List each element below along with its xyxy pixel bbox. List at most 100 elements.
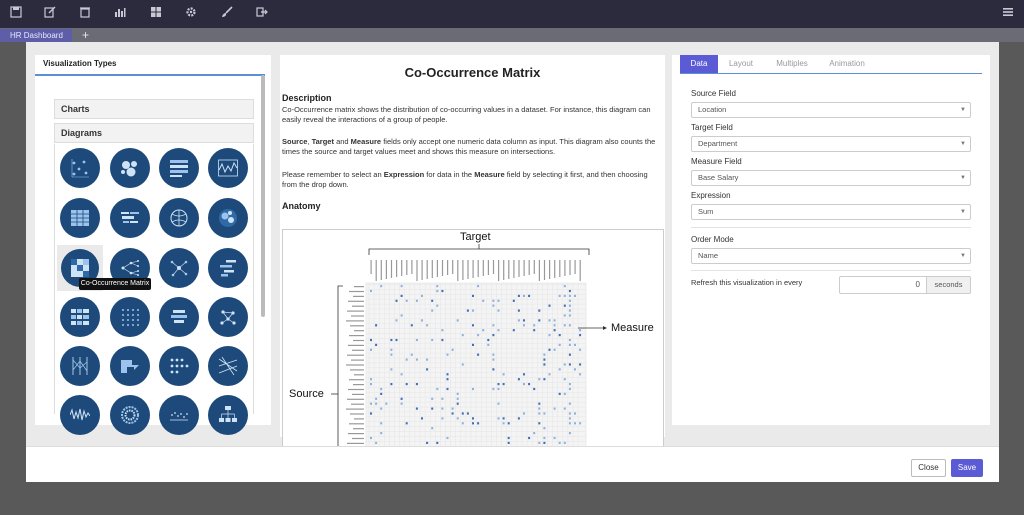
- matrix-cell: [477, 334, 480, 337]
- description-panel: Co-Occurrence Matrix Description Co-Occu…: [280, 55, 665, 447]
- dot-plot-type[interactable]: [159, 346, 199, 386]
- matrix-cell: [426, 324, 429, 327]
- matrix-cell: [441, 338, 444, 342]
- matrix-cell: [400, 402, 403, 405]
- stacked-bars-type[interactable]: [159, 297, 199, 337]
- line-wave-type[interactable]: [208, 148, 248, 188]
- column-label-mark: [482, 260, 484, 276]
- matrix-cell: [492, 353, 495, 356]
- matrix-cell: [517, 417, 520, 420]
- parallel-coordinates-type[interactable]: [60, 346, 100, 386]
- matrix-cell: [390, 353, 393, 356]
- wave-area-type[interactable]: [60, 395, 100, 435]
- matrix-cell: [523, 324, 525, 327]
- tab-multiples[interactable]: Multiples: [770, 55, 814, 73]
- matrix-cell: [548, 348, 551, 351]
- graph-network-type[interactable]: [208, 297, 248, 337]
- matrix-cell: [395, 299, 398, 302]
- matrix-cell: [461, 422, 464, 425]
- bubble-icon: [121, 161, 137, 177]
- measure-field-select[interactable]: Base Salary ▼: [691, 170, 971, 186]
- crossing-lines-type[interactable]: [208, 346, 248, 386]
- matrix-cell: [472, 343, 474, 346]
- menu-icon[interactable]: [1000, 6, 1016, 22]
- trash-icon[interactable]: [77, 6, 93, 22]
- matrix-cell: [563, 392, 566, 395]
- tab-layout[interactable]: Layout: [722, 55, 760, 73]
- grid-icon[interactable]: [148, 6, 164, 22]
- column-label-mark: [487, 260, 489, 275]
- refresh-interval-input[interactable]: 0: [839, 276, 927, 294]
- force-network-type[interactable]: [159, 248, 199, 288]
- modal-footer: Close Save: [26, 446, 999, 482]
- add-tab-button[interactable]: +: [82, 28, 89, 42]
- column-label-mark: [574, 260, 576, 274]
- tab-animation[interactable]: Animation: [822, 55, 872, 73]
- matrix-cell: [558, 343, 561, 346]
- matrix-cell: [431, 309, 434, 312]
- column-label-mark: [416, 260, 418, 281]
- matrix-cell: [568, 422, 571, 425]
- matrix-cell: [472, 387, 474, 391]
- gear-icon[interactable]: [183, 6, 199, 22]
- hierarchy-type[interactable]: [208, 395, 248, 435]
- diagrams-accordion[interactable]: Diagrams: [54, 123, 254, 143]
- matrix-cell: [568, 294, 571, 297]
- scatter-network-type[interactable]: [60, 148, 100, 188]
- matrix-cell: [436, 289, 439, 293]
- column-label-mark: [406, 260, 408, 275]
- target-field-select[interactable]: Department ▼: [691, 136, 971, 152]
- edit-icon[interactable]: [42, 6, 58, 22]
- expression-select[interactable]: Sum ▼: [691, 204, 971, 220]
- matrix-cell: [431, 407, 434, 410]
- save-icon[interactable]: [8, 6, 24, 22]
- scatter-axis-type[interactable]: [159, 395, 199, 435]
- matrix-cell: [375, 397, 378, 400]
- close-button[interactable]: Close: [911, 459, 946, 477]
- matrix-cell: [436, 387, 439, 391]
- ball-type[interactable]: [159, 198, 199, 238]
- matrix-cell: [482, 299, 485, 302]
- matrix-cell: [502, 373, 505, 376]
- charts-accordion[interactable]: Charts: [54, 99, 254, 119]
- save-button[interactable]: Save: [951, 459, 983, 477]
- source-field-select[interactable]: Location ▼: [691, 102, 971, 118]
- matrix-cell: [415, 338, 418, 342]
- radial-type[interactable]: [110, 395, 150, 435]
- matrix-cell: [426, 441, 429, 444]
- brush-icon[interactable]: [219, 6, 235, 22]
- tab-data[interactable]: Data: [680, 55, 718, 73]
- matrix-cell: [456, 319, 459, 322]
- table-grid-icon: [71, 210, 89, 226]
- timeline-type[interactable]: [208, 248, 248, 288]
- table-grid-type[interactable]: [60, 198, 100, 238]
- matrix-cell: [380, 387, 383, 391]
- order-mode-select[interactable]: Name ▼: [691, 248, 971, 264]
- matrix-cell: [533, 387, 536, 391]
- circle-packing-type[interactable]: [208, 198, 248, 238]
- row-label-mark: [348, 388, 364, 391]
- heat-table-type[interactable]: [60, 297, 100, 337]
- column-label-mark: [569, 260, 571, 275]
- bubble-chart-type[interactable]: [110, 148, 150, 188]
- left-panel-scrollbar[interactable]: [261, 75, 265, 317]
- matrix-cell: [380, 422, 383, 425]
- matrix-cell: [375, 441, 378, 444]
- tab-hr-dashboard[interactable]: HR Dashboard: [0, 29, 72, 42]
- matrix-cell: [512, 329, 515, 332]
- matrix-cell: [395, 319, 398, 322]
- bar-chart-icon[interactable]: [112, 6, 128, 22]
- row-label-mark: [354, 418, 364, 420]
- bar-list-type[interactable]: [159, 148, 199, 188]
- matrix-cell: [497, 383, 500, 386]
- matrix-cell: [426, 358, 429, 361]
- dot-matrix-type[interactable]: [110, 297, 150, 337]
- matrix-cell: [426, 368, 429, 371]
- export-icon[interactable]: [254, 6, 270, 22]
- matrix-cell: [568, 412, 571, 415]
- dot-plot-icon: [170, 358, 189, 374]
- force-network-icon: [170, 260, 188, 277]
- flow-arrow-type[interactable]: [110, 346, 150, 386]
- word-cloud-type[interactable]: [110, 198, 150, 238]
- matrix-cell: [574, 294, 576, 297]
